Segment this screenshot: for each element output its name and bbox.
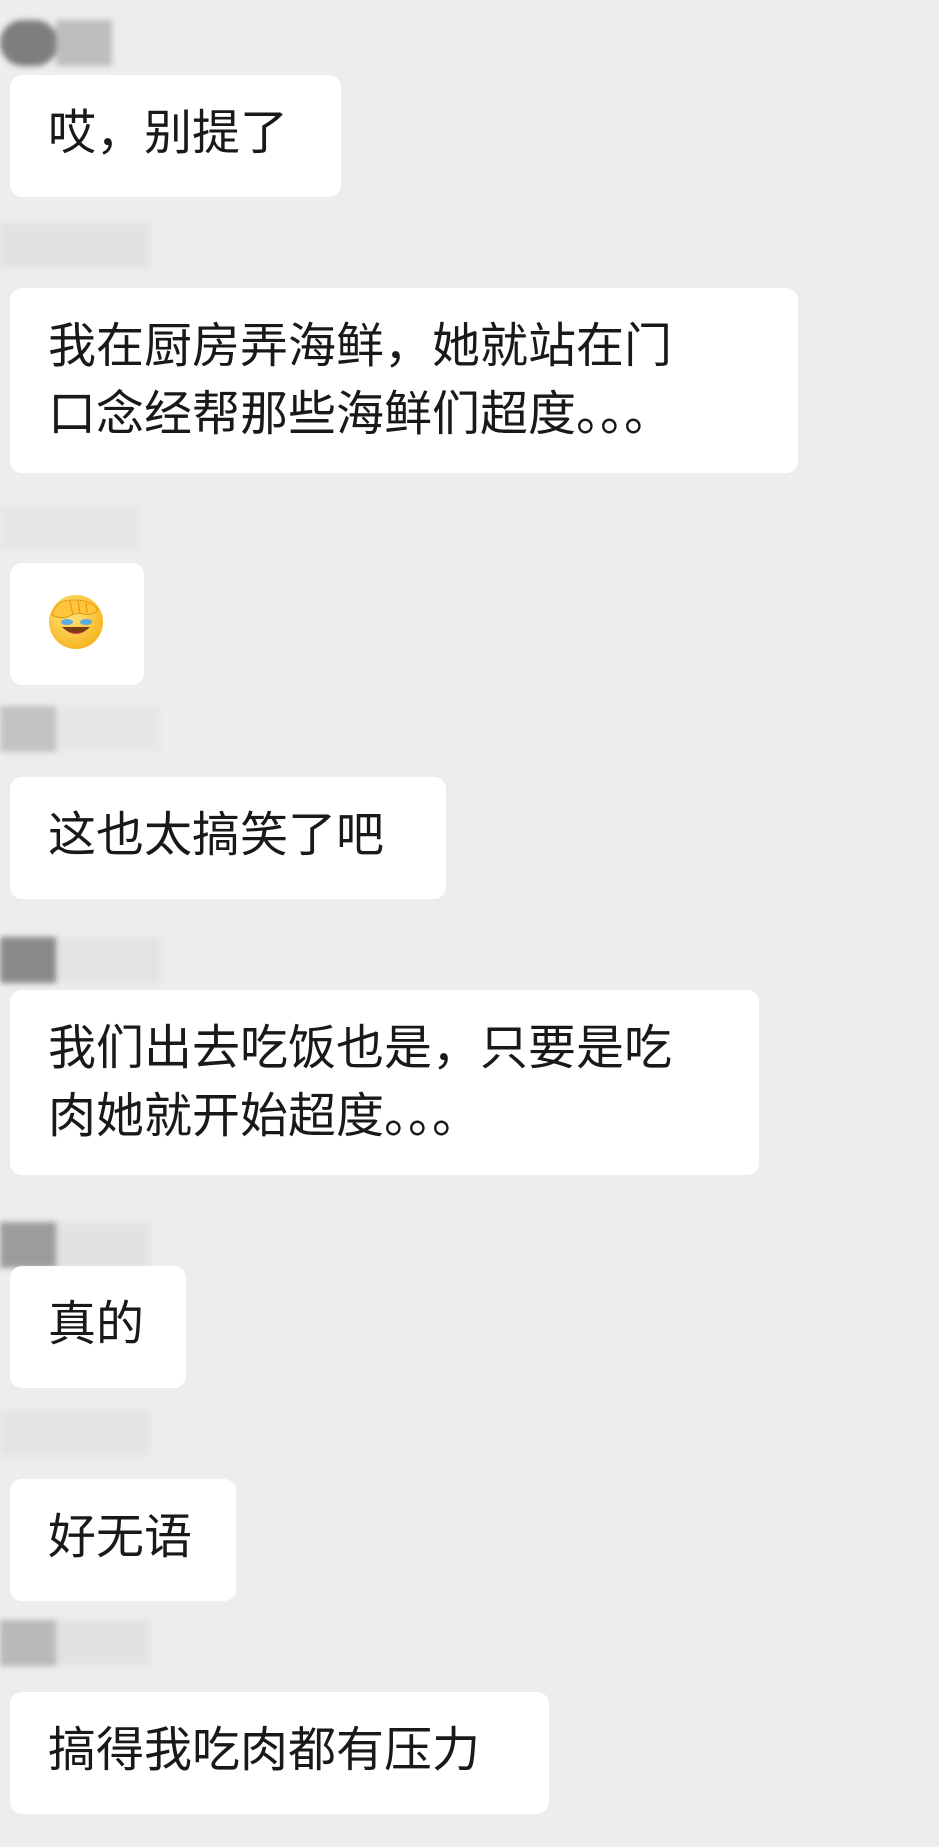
message-text: 我们出去吃饭也是，只要是吃 [48,1020,673,1076]
message-bubble[interactable]: 这也太搞笑了吧 [10,777,446,899]
sender-name-redacted [0,1410,150,1456]
sender-name-redacted [0,222,150,268]
message-bubble[interactable]: 搞得我吃肉都有压力 [10,1692,549,1814]
message-text: 口念经帮那些海鲜们超度。。。 [48,386,673,442]
message-text: 真的 [48,1296,145,1352]
message-text: 搞得我吃肉都有压力 [48,1722,481,1778]
message-bubble[interactable]: 真的 [10,1266,186,1388]
facepalm-icon [49,595,103,649]
sender-name-redacted [0,1620,150,1666]
message-text: 哎，别提了 [48,105,289,161]
sender-name-redacted [0,937,160,983]
sender-name-redacted [0,1222,150,1268]
message-bubble[interactable]: 好无语 [10,1479,236,1601]
message-bubble[interactable]: 我们出去吃饭也是，只要是吃 肉她就开始超度。。。 [10,990,759,1175]
sender-name-redacted [0,20,112,66]
sender-name-redacted [0,505,140,551]
message-text: 肉她就开始超度。。。 [48,1088,481,1144]
message-text: 这也太搞笑了吧 [48,807,385,863]
message-text: 我在厨房弄海鲜，她就站在门 [48,318,673,374]
message-text: 好无语 [48,1509,193,1565]
chat-message-list[interactable]: 哎，别提了 我在厨房弄海鲜，她就站在门 口念经帮那些海鲜们超度。。。 这也太搞笑… [0,0,939,1847]
sender-name-redacted [0,706,160,752]
message-bubble[interactable]: 我在厨房弄海鲜，她就站在门 口念经帮那些海鲜们超度。。。 [10,288,798,473]
message-bubble[interactable]: 哎，别提了 [10,75,341,197]
message-bubble[interactable] [10,563,144,685]
